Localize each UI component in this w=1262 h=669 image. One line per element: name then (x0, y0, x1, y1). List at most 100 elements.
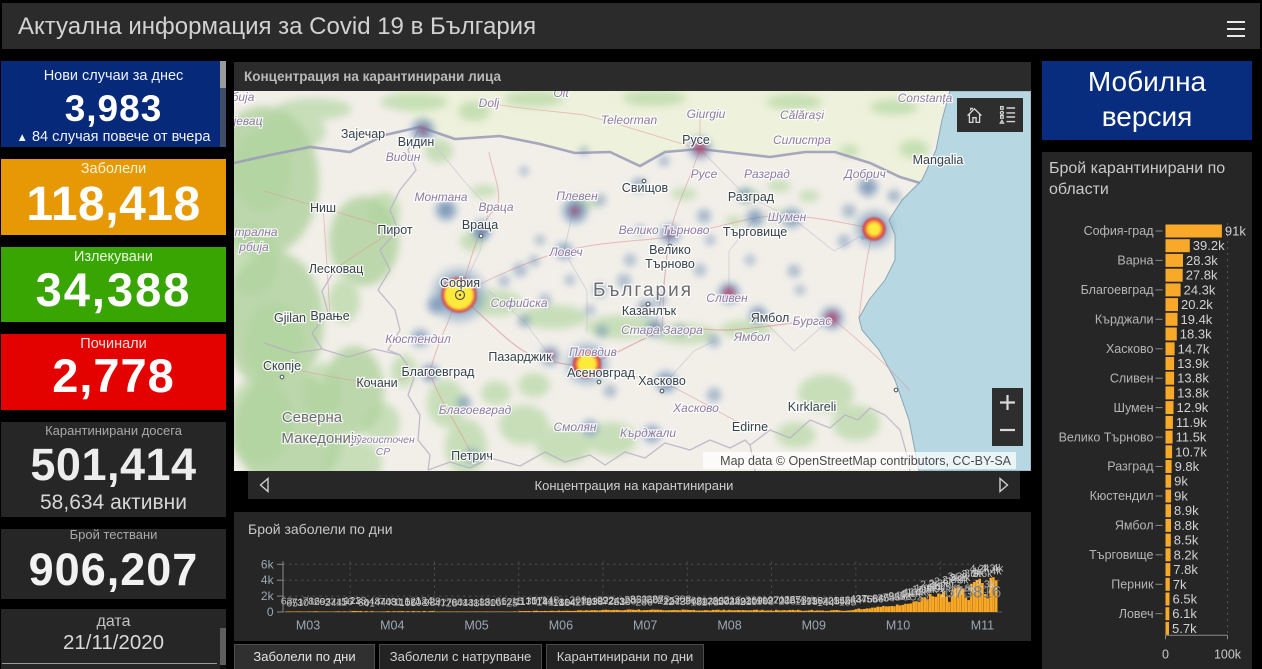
svg-text:Teleorman: Teleorman (601, 113, 658, 127)
svg-text:6.1k: 6.1k (1172, 606, 1197, 621)
svg-text:63327: 63327 (895, 588, 931, 603)
svg-text:Враца: Враца (462, 218, 498, 232)
svg-text:Хасково: Хасково (672, 401, 719, 415)
svg-text:Търново: Търново (645, 257, 695, 271)
svg-text:8.5k: 8.5k (1174, 533, 1199, 548)
svg-text:10.7k: 10.7k (1175, 444, 1207, 459)
svg-text:бија: бија (234, 91, 255, 104)
svg-text:Велико: Велико (649, 243, 691, 257)
svg-text:9k: 9k (1174, 474, 1188, 489)
svg-text:София-град: София-град (1084, 224, 1155, 238)
svg-text:Пазарджик: Пазарджик (488, 350, 552, 364)
svg-text:39.2k: 39.2k (1193, 238, 1225, 253)
svg-text:Силистра: Силистра (773, 133, 831, 147)
svg-text:рбија: рбија (238, 240, 269, 254)
svg-text:Кюстендил: Кюстендил (385, 332, 451, 346)
svg-text:6.5k: 6.5k (1173, 592, 1198, 607)
svg-text:Перник: Перник (1111, 578, 1154, 592)
svg-text:12.9k: 12.9k (1177, 400, 1209, 415)
svg-text:Ямбол: Ямбол (1115, 519, 1154, 533)
svg-text:Разград: Разград (1107, 460, 1154, 474)
svg-text:Giurgiu: Giurgiu (687, 107, 726, 121)
svg-text:Видин: Видин (386, 150, 421, 164)
svg-text:Варна: Варна (1117, 254, 1153, 268)
svg-text:28.3k: 28.3k (1186, 253, 1218, 268)
svg-text:100k: 100k (1214, 648, 1242, 662)
svg-text:M07: M07 (633, 619, 657, 633)
svg-text:Edirne: Edirne (732, 420, 768, 434)
svg-text:Благоевград: Благоевград (1081, 283, 1155, 297)
svg-text:675816: 675816 (945, 583, 1002, 602)
svg-text:M08: M08 (717, 619, 741, 633)
svg-text:M09: M09 (802, 619, 826, 633)
svg-text:M05: M05 (464, 619, 488, 633)
svg-text:Сливен: Сливен (1110, 371, 1154, 385)
svg-text:7k: 7k (1173, 577, 1187, 592)
svg-text:България: България (593, 280, 693, 301)
svg-text:13.9k: 13.9k (1177, 356, 1209, 371)
svg-text:Кърджали: Кърджали (1095, 313, 1154, 327)
svg-text:Ловеч: Ловеч (548, 245, 582, 259)
svg-text:91k: 91k (1225, 224, 1246, 239)
svg-text:Врање: Врање (310, 309, 349, 323)
svg-text:Călărași: Călărași (780, 108, 824, 122)
svg-text:Враца: Враца (478, 200, 513, 214)
svg-text:Видин: Видин (398, 135, 435, 149)
svg-text:Ловеч: Ловеч (1119, 607, 1154, 621)
svg-text:Казанлък: Казанлък (622, 304, 677, 318)
svg-text:Софийска: Софийска (490, 296, 547, 310)
svg-text:Хасково: Хасково (1106, 342, 1154, 356)
svg-text:Пирот: Пирот (377, 223, 413, 237)
svg-text:Хасково: Хасково (638, 374, 686, 388)
svg-text:Ямбол: Ямбол (751, 311, 790, 325)
svg-text:Kırklareli: Kırklareli (788, 400, 837, 414)
svg-text:M03: M03 (296, 619, 320, 633)
svg-text:13.8k: 13.8k (1177, 371, 1209, 386)
svg-text:Mangalia: Mangalia (913, 153, 964, 167)
svg-text:Dolj: Dolj (479, 96, 500, 110)
svg-text:Југоисточен: Југоисточен (350, 434, 415, 446)
svg-text:18.3k: 18.3k (1180, 327, 1212, 342)
svg-text:Constanța: Constanța (898, 91, 953, 105)
svg-text:19.4k: 19.4k (1181, 312, 1213, 327)
svg-text:Шумен: Шумен (1113, 401, 1153, 415)
svg-text:София: София (440, 276, 480, 290)
svg-text:5.7k: 5.7k (1172, 621, 1197, 636)
svg-text:СР: СР (376, 446, 391, 458)
svg-text:Gjilan: Gjilan (274, 311, 306, 325)
svg-text:Северна: Северна (282, 409, 343, 426)
svg-text:24.3k: 24.3k (1184, 282, 1216, 297)
svg-text:Благоевград: Благоевград (439, 403, 512, 417)
svg-text:11.5k: 11.5k (1176, 430, 1207, 445)
svg-text:Разград: Разград (744, 167, 790, 181)
svg-text:M11: M11 (971, 619, 994, 633)
svg-text:Добрич: Добрич (842, 167, 885, 181)
svg-text:M06: M06 (549, 619, 573, 633)
svg-text:14.7k: 14.7k (1178, 341, 1210, 356)
svg-text:Търговище: Търговище (723, 225, 787, 239)
svg-text:0: 0 (267, 605, 274, 619)
svg-text:7.8k: 7.8k (1173, 562, 1198, 577)
svg-text:Сливен: Сливен (706, 291, 748, 305)
svg-text:ујевац: ујевац (234, 114, 263, 128)
svg-text:Ямбол: Ямбол (733, 330, 771, 344)
svg-text:8.9k: 8.9k (1174, 503, 1199, 518)
svg-text:Стара Загора: Стара Загора (621, 323, 703, 337)
svg-text:Лесковац: Лесковац (309, 262, 364, 276)
svg-text:Търговище: Търговище (1089, 548, 1153, 562)
svg-text:6k: 6k (261, 557, 275, 571)
svg-text:Разград: Разград (728, 190, 775, 204)
svg-text:Ниш: Ниш (310, 201, 336, 215)
svg-text:M10: M10 (886, 619, 910, 633)
svg-text:Благоевград: Благоевград (402, 365, 476, 379)
svg-text:0: 0 (1162, 648, 1169, 662)
svg-text:Свищов: Свищов (622, 181, 669, 195)
svg-text:9.8k: 9.8k (1175, 459, 1200, 474)
svg-text:M04: M04 (380, 619, 404, 633)
svg-text:Кюстендил: Кюстендил (1090, 489, 1154, 503)
svg-text:11.9k: 11.9k (1176, 415, 1207, 430)
svg-text:Olt: Olt (553, 91, 569, 100)
svg-text:Русе: Русе (682, 133, 710, 147)
svg-text:Петрич: Петрич (451, 449, 493, 463)
svg-text:Map data © OpenStreetMap contr: Map data © OpenStreetMap contributors, C… (720, 454, 1011, 468)
